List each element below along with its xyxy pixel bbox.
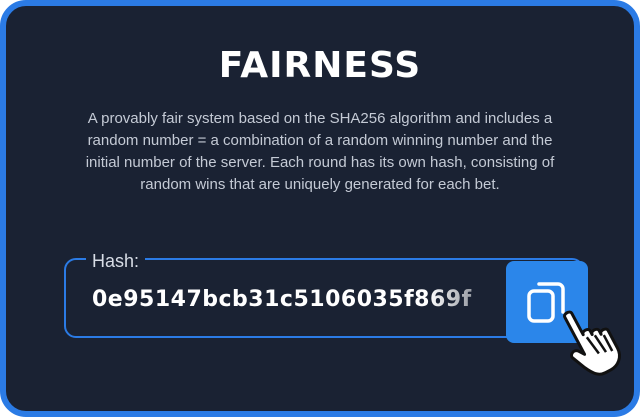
modal-title: FAIRNESS bbox=[218, 45, 422, 86]
fairness-modal: FAIRNESS A provably fair system based on… bbox=[0, 0, 640, 417]
hash-label: Hash: bbox=[86, 250, 146, 272]
hand-pointer-icon bbox=[563, 310, 621, 376]
hash-value[interactable]: 0e95147bcb31c5106035f869f bbox=[92, 280, 502, 320]
fairness-description: A provably fair system based on the SHA2… bbox=[85, 110, 555, 193]
